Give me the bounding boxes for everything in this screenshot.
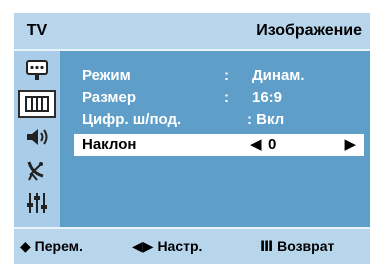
category-sidebar xyxy=(14,51,60,227)
source-label: TV xyxy=(26,22,48,39)
return-label: Возврат xyxy=(277,238,335,254)
adjust-label: Настр. xyxy=(157,238,203,254)
channel-antenna-icon[interactable] xyxy=(18,156,56,184)
move-label: Перем. xyxy=(34,238,83,254)
menu-item-label: Размер xyxy=(82,89,137,106)
increase-arrow-icon[interactable]: ▶ xyxy=(344,134,356,156)
menu-item-separator: : xyxy=(224,89,229,106)
sound-icon[interactable] xyxy=(18,123,56,151)
menu-item-value: 0 xyxy=(268,136,277,153)
tv-osd-menu: TV Изображение Режим: Динам. Размер: 1… xyxy=(14,13,370,264)
menu-item-label: Режим xyxy=(82,67,131,84)
menu-item-label: Наклон xyxy=(82,136,137,153)
menu-item-label: Цифр. ш/под. xyxy=(82,111,182,128)
menu-item-digital-subtitle[interactable]: Цифр. ш/под. : Вкл xyxy=(74,109,364,131)
menu-item-tilt[interactable]: Наклон ◀ 0 ▶ xyxy=(74,134,364,156)
menu-item-value: Динам. xyxy=(252,67,305,84)
header-divider xyxy=(14,49,370,51)
picture-icon[interactable] xyxy=(18,90,56,118)
decrease-arrow-icon[interactable]: ◀ xyxy=(250,134,262,156)
menu-item-value: 16:9 xyxy=(252,89,283,106)
setup-sliders-icon[interactable] xyxy=(18,189,56,217)
return-icon: Ⅲ xyxy=(260,238,274,254)
menu-header: TV Изображение xyxy=(14,13,370,49)
adjust-hint: ◀▶ Настр. xyxy=(132,229,202,264)
return-hint: Ⅲ Возврат xyxy=(260,229,334,264)
menu-title: Изображение xyxy=(256,22,362,39)
menu-item-separator: : xyxy=(224,67,229,84)
input-icon[interactable] xyxy=(18,57,56,85)
menu-item-value: : Вкл xyxy=(247,111,285,128)
menu-footer: ◆ Перем. ◀▶ Настр. Ⅲ Возврат xyxy=(14,229,370,264)
menu-item-size[interactable]: Размер : 16:9 xyxy=(74,87,364,109)
left-right-icon: ◀▶ xyxy=(132,238,154,254)
menu-item-mode[interactable]: Режим : Динам. xyxy=(74,65,364,87)
up-down-icon: ◆ xyxy=(20,238,31,254)
move-hint: ◆ Перем. xyxy=(20,229,83,264)
